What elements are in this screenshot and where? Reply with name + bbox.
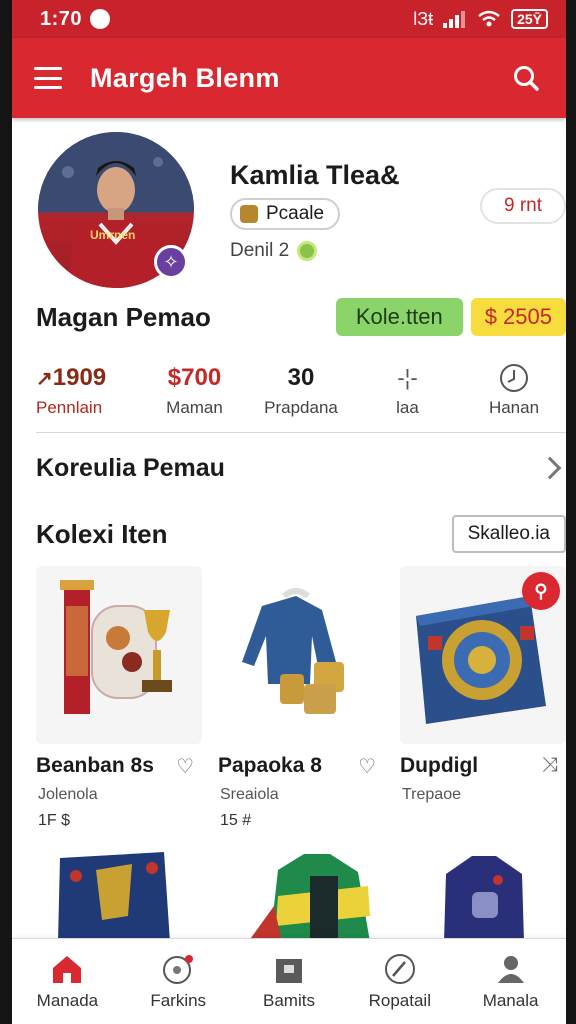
divider	[36, 432, 566, 433]
item-name: Beanban 8s	[36, 754, 154, 777]
chevron-right-icon	[538, 456, 562, 480]
search-icon[interactable]	[508, 60, 544, 96]
trophy-icon	[240, 205, 258, 223]
jersey-text: Umrnen	[90, 228, 136, 242]
profile-name: Kamlia Tlea&	[230, 160, 400, 190]
stat-label: laa	[396, 398, 419, 417]
stat-players[interactable]: ↗1909 Pennlain	[36, 362, 140, 426]
crosshair-icon: -¦-	[397, 365, 418, 390]
nav-label: Farkins	[150, 990, 207, 1010]
item-subtitle: Sreaiola	[220, 786, 279, 803]
item-image	[58, 852, 170, 942]
collect-button[interactable]: Kole.tten	[335, 298, 463, 336]
item-subtitle: Jolenola	[38, 786, 98, 803]
ball-icon	[163, 954, 194, 984]
level-label: Denil 2	[230, 240, 290, 261]
item-image	[248, 854, 370, 942]
item-price: 1F $	[38, 812, 71, 829]
item-card[interactable]	[218, 846, 384, 942]
price-button[interactable]: $ 2505	[470, 298, 566, 336]
bag-icon	[275, 958, 302, 983]
stat-label: Pennlain	[36, 398, 103, 417]
item-price: 15 #	[220, 812, 252, 829]
item-card[interactable]: Papaoka 8 ♡ Sreaiola 15 #	[218, 566, 384, 829]
nav-label: Manala	[482, 990, 539, 1010]
items-title: Kolexi Iten	[36, 518, 168, 549]
cell-signal-icon	[443, 11, 466, 28]
battery-icon: 25Ȳ	[511, 9, 548, 29]
menu-icon[interactable]	[34, 67, 62, 89]
favorite-icon[interactable]: ♡	[358, 754, 376, 779]
collection-link-label: Koreulia Pemau	[36, 453, 225, 482]
status-bar: 1:70 lЗŧ 25Ȳ	[12, 0, 566, 38]
nav-bag[interactable]: Bamits	[239, 953, 339, 1011]
items-grid-row-2	[36, 846, 566, 942]
hot-badge-icon: ⚲	[522, 572, 560, 610]
stat-value: 30	[287, 364, 315, 391]
nav-label: Manada	[36, 990, 99, 1010]
person-icon	[497, 955, 524, 983]
item-image	[218, 566, 384, 744]
status-right: lЗŧ 25Ȳ	[413, 9, 548, 30]
collection-link[interactable]: Koreulia Pemau	[36, 448, 566, 488]
status-time: 1:70	[40, 7, 83, 30]
stat-label: Prapdana	[264, 398, 338, 417]
verified-badge-icon: ✧	[154, 245, 188, 279]
items-header: Kolexi Iten Skalleo.ia	[36, 514, 566, 554]
stats-row: ↗1909 Pennlain $700 Maman 30 Prapdana -¦…	[36, 362, 566, 426]
item-image: ⚲	[400, 566, 566, 744]
app-title: Margeh Blenm	[90, 62, 280, 93]
home-icon	[53, 955, 82, 983]
signal-text: lЗŧ	[413, 8, 434, 29]
item-image	[444, 856, 524, 942]
compass-icon	[384, 953, 415, 984]
arrow-up-icon: ↗	[36, 368, 53, 390]
profile-header: Umrnen ✧ Kamlia Tlea& Pcaale Denil 2 9 r…	[36, 132, 566, 292]
favorite-icon[interactable]: ♡	[176, 754, 194, 779]
item-name: Papaoka 8	[218, 754, 322, 777]
item-card[interactable]: ⚲ Dupdigl ⤨ Trepaoe	[400, 566, 566, 803]
nav-fixtures[interactable]: Farkins	[128, 953, 228, 1011]
role-chip[interactable]: Pcaale	[230, 198, 341, 230]
notification-icon	[90, 9, 111, 29]
stat-history[interactable]: Hanan	[462, 362, 566, 426]
stat-label: Maman	[166, 398, 223, 417]
item-card[interactable]: Beanban 8s ♡ Jolenola 1F $	[36, 566, 202, 829]
nav-home[interactable]: Manada	[17, 953, 117, 1011]
wifi-icon	[478, 10, 500, 27]
online-indicator-icon	[297, 241, 318, 261]
item-image	[36, 566, 202, 744]
item-card[interactable]	[400, 846, 566, 942]
bottom-nav: Manada Farkins Bamits Ropatail Manala	[12, 938, 566, 1024]
role-label: Pcaale	[266, 203, 325, 224]
id-chip[interactable]: 9 rnt	[480, 188, 566, 224]
stat-money[interactable]: $700 Maman	[143, 362, 247, 426]
stat-label: Hanan	[488, 398, 540, 417]
item-name: Dupdigl	[400, 754, 479, 777]
level-row: Denil 2	[230, 240, 318, 262]
item-card[interactable]	[36, 846, 202, 942]
phone-screen: 1:70 lЗŧ 25Ȳ Margeh Blenm Umrnen ✧ Kamli…	[0, 0, 576, 1024]
seller-row: Magan Pemao Kole.tten $ 2505	[36, 296, 566, 338]
item-subtitle: Trepaoe	[402, 786, 461, 803]
clock-icon	[462, 362, 566, 394]
share-icon[interactable]: ⤨	[542, 754, 558, 777]
stat-value: $700	[167, 364, 222, 391]
nav-profile[interactable]: Manala	[461, 953, 561, 1011]
nav-label: Bamits	[263, 990, 315, 1010]
seller-label: Magan Pemao	[36, 301, 211, 332]
app-bar: Margeh Blenm	[12, 38, 566, 118]
nav-explore[interactable]: Ropatail	[350, 953, 450, 1011]
nav-label: Ropatail	[368, 990, 431, 1010]
stat-value: 1909	[52, 364, 107, 391]
stat-grid[interactable]: -¦- laa	[356, 362, 460, 426]
sort-button[interactable]: Skalleo.ia	[451, 515, 566, 553]
stat-count[interactable]: 30 Prapdana	[249, 362, 353, 426]
